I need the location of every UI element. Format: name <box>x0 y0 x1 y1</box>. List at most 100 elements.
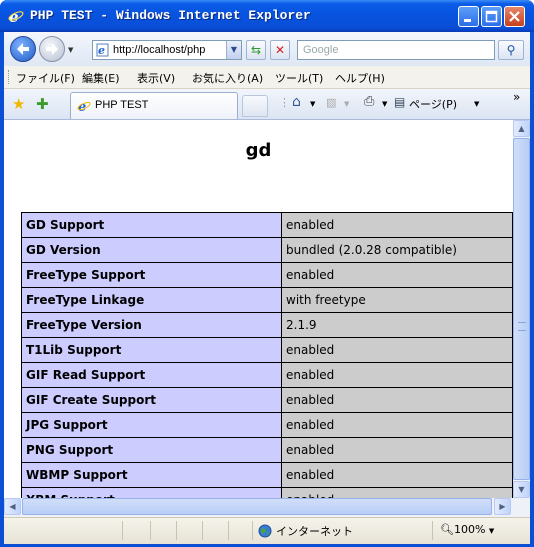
horizontal-scrollbar[interactable]: ◀ ▶ <box>4 498 513 515</box>
forward-button[interactable] <box>39 36 65 62</box>
menu-edit[interactable]: 編集(E) <box>82 70 120 86</box>
menu-view[interactable]: 表示(V) <box>137 70 175 86</box>
ie-page-icon: e <box>77 100 91 113</box>
status-divider <box>252 521 253 540</box>
info-row: FreeType Linkage with freetype <box>21 287 513 313</box>
scroll-left-icon[interactable]: ◀ <box>4 498 21 515</box>
page-viewport: gd GD Support enabled GD Version bundled (2… <box>4 120 513 498</box>
page-icon: e <box>96 43 109 57</box>
ie-logo-icon: e <box>8 8 24 24</box>
zoom-icon: 🔍︎ <box>440 523 454 536</box>
info-key: XBM Support <box>21 487 282 498</box>
info-key: GD Version <box>21 237 282 263</box>
info-key: PNG Support <box>21 437 282 463</box>
tab-php-test[interactable]: e PHP TEST <box>70 92 238 119</box>
info-value: enabled <box>281 212 513 238</box>
maximize-button[interactable] <box>481 6 502 27</box>
search-placeholder: Google <box>303 44 339 56</box>
add-favorite-icon[interactable]: ✚ <box>36 95 49 113</box>
print-dropdown-icon[interactable]: ▼ <box>382 100 387 108</box>
page-dropdown-icon[interactable]: ▼ <box>474 100 479 108</box>
status-divider <box>176 521 177 540</box>
search-button[interactable]: ⚲ <box>498 40 524 60</box>
gd-info-table: GD Support enabled GD Version bundled (2.0.… <box>21 212 513 498</box>
status-divider <box>202 521 203 540</box>
stop-icon: ✕ <box>274 43 286 57</box>
home-icon[interactable]: ⌂ <box>292 94 301 110</box>
menu-bar: ファイル(F) 編集(E) 表示(V) お気に入り(A) ツール(T) ヘルプ(… <box>4 66 530 89</box>
horizontal-scroll-thumb[interactable] <box>22 498 492 515</box>
info-value: enabled <box>281 262 513 288</box>
scrollbar-corner <box>513 498 530 515</box>
favorites-star-icon[interactable]: ★ <box>12 95 25 113</box>
info-value: enabled <box>281 462 513 488</box>
search-icon: ⚲ <box>506 43 516 57</box>
menu-help[interactable]: ヘルプ(H) <box>335 70 385 86</box>
info-key: JPG Support <box>21 412 282 438</box>
info-key: GIF Create Support <box>21 387 282 413</box>
page-menu-icon: ▤ <box>394 95 406 109</box>
tab-row: ★ ✚ e PHP TEST ⋮ ⌂ ▼ ▧ ▼ ⎙ ▼ ▤ ページ(P) ▼ … <box>4 89 530 120</box>
info-row: GD Support enabled <box>21 212 513 238</box>
address-url: http://localhost/php <box>113 44 206 56</box>
toolbar-overflow-button[interactable]: » <box>513 90 520 104</box>
address-dropdown-icon[interactable]: ▼ <box>226 41 241 59</box>
feeds-dropdown-icon[interactable]: ▼ <box>344 100 349 108</box>
browser-client: ▼ e http://localhost/php ▼ ⇆ ✕ Google ⚲ … <box>4 32 530 544</box>
info-row: FreeType Support enabled <box>21 262 513 288</box>
home-dropdown-icon[interactable]: ▼ <box>310 100 315 108</box>
status-bar: インターネット 🔍︎100% ▼ <box>4 517 530 544</box>
info-row: GD Version bundled (2.0.28 compatible) <box>21 237 513 263</box>
globe-icon <box>258 524 272 538</box>
arrow-right-icon <box>46 43 58 55</box>
close-icon <box>509 11 520 22</box>
info-row: WBMP Support enabled <box>21 462 513 488</box>
refresh-icon: ⇆ <box>250 43 262 57</box>
svg-text:e: e <box>98 44 105 57</box>
security-zone[interactable]: インターネット <box>276 523 353 539</box>
maximize-icon <box>485 10 498 23</box>
minimize-button[interactable] <box>458 6 479 27</box>
menu-grip <box>8 70 11 84</box>
info-key: FreeType Version <box>21 312 282 338</box>
zoom-dropdown-icon: ▼ <box>488 527 495 535</box>
status-divider <box>150 521 151 540</box>
stop-button[interactable]: ✕ <box>270 40 290 60</box>
print-icon[interactable]: ⎙ <box>364 94 374 109</box>
info-value: bundled (2.0.28 compatible) <box>281 237 513 263</box>
info-key: WBMP Support <box>21 462 282 488</box>
info-key: GD Support <box>21 212 282 238</box>
refresh-button[interactable]: ⇆ <box>246 40 266 60</box>
zoom-value: 100% <box>453 523 486 536</box>
search-input[interactable]: Google <box>297 40 495 60</box>
new-tab-button[interactable] <box>242 95 268 117</box>
address-bar[interactable]: e http://localhost/php ▼ <box>92 40 242 60</box>
status-divider <box>432 521 433 540</box>
back-button[interactable] <box>10 36 36 62</box>
page-menu-button[interactable]: ページ(P) <box>409 96 457 112</box>
scroll-down-icon[interactable]: ▼ <box>513 481 530 498</box>
menu-favorites[interactable]: お気に入り(A) <box>192 70 263 86</box>
menu-tools[interactable]: ツール(T) <box>275 70 323 86</box>
info-row: PNG Support enabled <box>21 437 513 463</box>
info-value: enabled <box>281 387 513 413</box>
address-row: ▼ e http://localhost/php ▼ ⇆ ✕ Google ⚲ <box>4 32 530 66</box>
scroll-right-icon[interactable]: ▶ <box>494 498 511 515</box>
minimize-icon <box>464 19 471 22</box>
zoom-level[interactable]: 🔍︎100% ▼ <box>440 523 494 536</box>
info-value: enabled <box>281 437 513 463</box>
vertical-scroll-thumb[interactable] <box>513 138 530 480</box>
close-button[interactable] <box>504 6 525 27</box>
info-row: GIF Read Support enabled <box>21 362 513 388</box>
scroll-up-icon[interactable]: ▲ <box>513 120 530 137</box>
scroll-grip <box>518 322 526 331</box>
info-row: XBM Supportenabled <box>21 487 513 498</box>
menu-file[interactable]: ファイル(F) <box>16 70 75 86</box>
window-title: PHP TEST - Windows Internet Explorer <box>30 8 311 23</box>
info-value: 2.1.9 <box>281 312 513 338</box>
history-dropdown-icon[interactable]: ▼ <box>68 46 73 54</box>
title-bar[interactable]: e PHP TEST - Windows Internet Explorer <box>0 0 534 32</box>
feeds-icon[interactable]: ▧ <box>326 96 336 109</box>
page-heading: gd <box>245 140 272 161</box>
vertical-scrollbar[interactable]: ▲ ▼ <box>513 120 530 498</box>
